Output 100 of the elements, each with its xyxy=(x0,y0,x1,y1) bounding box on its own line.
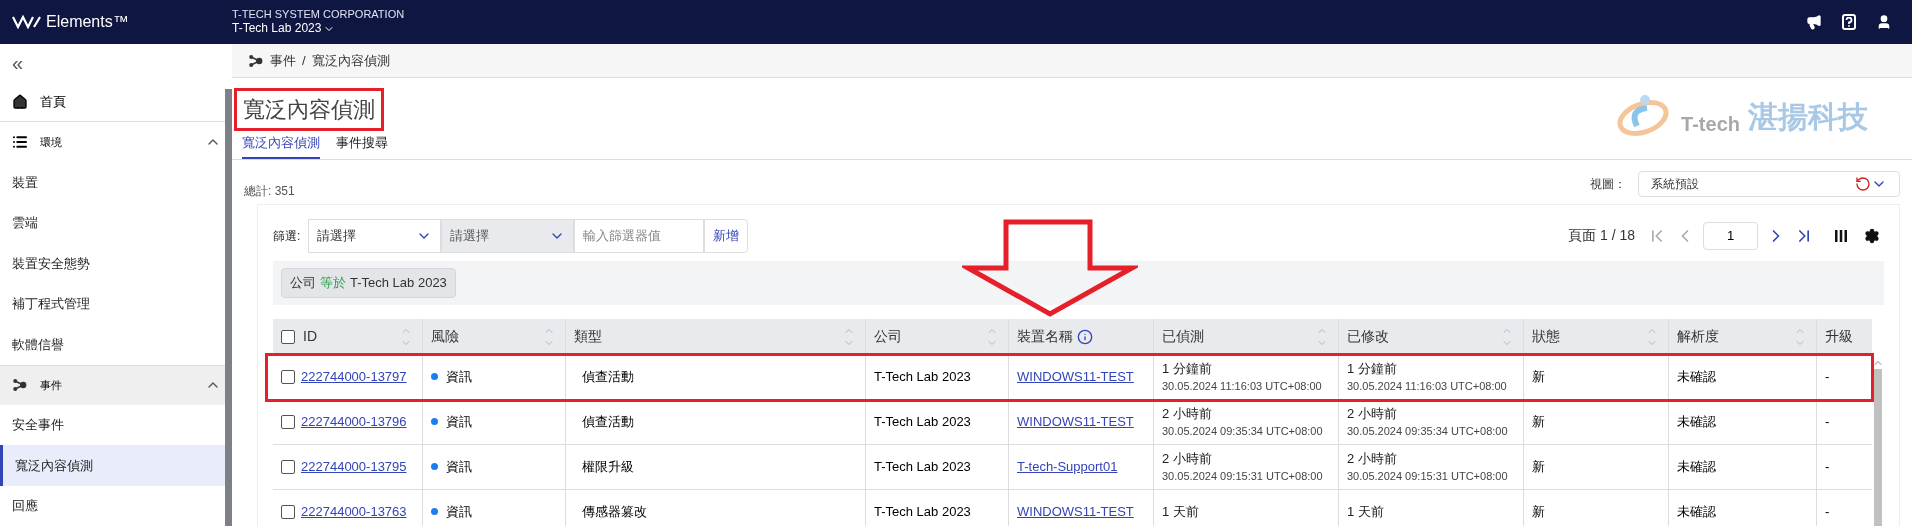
device-link[interactable]: WINDOWS11-TEST xyxy=(1017,411,1134,432)
company-text: T-Tech Lab 2023 xyxy=(874,412,971,431)
help-icon[interactable] xyxy=(1842,14,1856,30)
column-header[interactable]: 升級 xyxy=(1817,318,1872,355)
sidebar-item[interactable]: 補丁程式管理 xyxy=(0,283,225,324)
resolution-text: 未確認 xyxy=(1677,367,1716,386)
resolution-text: 未確認 xyxy=(1677,457,1716,476)
risk-text: 資訊 xyxy=(446,502,472,521)
filter-value-field[interactable]: 輸入篩選器值 xyxy=(574,218,705,253)
info-icon[interactable] xyxy=(1077,328,1093,345)
escalation-text: - xyxy=(1825,367,1830,386)
sidebar-section[interactable]: 環境 xyxy=(0,122,225,162)
resolution-text: 未確認 xyxy=(1677,502,1716,521)
escalation-text: - xyxy=(1825,457,1830,476)
section-label: 事件 xyxy=(40,377,63,393)
select-all-checkbox[interactable] xyxy=(281,329,295,344)
user-icon[interactable] xyxy=(1876,14,1892,30)
page-title: 寬泛內容偵測 xyxy=(243,96,375,124)
collapse-button[interactable]: « xyxy=(12,48,24,78)
risk-text: 資訊 xyxy=(446,367,472,386)
type-text: 傳感器篡改 xyxy=(582,502,647,521)
column-header[interactable]: 解析度 xyxy=(1669,318,1817,355)
page-field[interactable]: 1 xyxy=(1703,221,1758,250)
column-header[interactable]: 狀態 xyxy=(1524,318,1669,355)
breadcrumb-link[interactable]: 事件 xyxy=(270,50,296,71)
home-icon xyxy=(12,93,28,110)
id-link[interactable]: 222744000-13797 xyxy=(301,366,407,387)
view-label: 視圖： xyxy=(1590,175,1626,193)
sidebar-label: 首頁 xyxy=(40,92,66,111)
tenant-selector[interactable]: T-Tech Lab 2023 xyxy=(232,21,405,37)
company-text: T-Tech Lab 2023 xyxy=(874,367,971,386)
scrollbar[interactable] xyxy=(225,89,232,526)
row-checkbox[interactable] xyxy=(281,504,295,519)
breadcrumb-link[interactable]: 寬泛內容偵測 xyxy=(311,50,390,71)
relative-time: 2 小時前 xyxy=(1162,449,1213,468)
list-icon xyxy=(12,134,28,150)
relative-time: 1 分鐘前 xyxy=(1347,359,1398,378)
company-text: T-Tech Lab 2023 xyxy=(874,457,971,476)
sidebar-item[interactable]: 裝置安全態勢 xyxy=(0,243,225,284)
relative-time: 1 天前 xyxy=(1347,502,1384,521)
column-header[interactable]: 裝置名稱 xyxy=(1009,318,1154,355)
timestamp: 30.05.2024 11:16:03 UTC+08:00 xyxy=(1347,379,1507,394)
scrollbar[interactable] xyxy=(1874,368,1882,526)
megaphone-icon[interactable] xyxy=(1806,14,1822,30)
column-header[interactable]: 已偵測 xyxy=(1154,318,1339,355)
relative-time: 2 小時前 xyxy=(1347,404,1398,423)
escalation-text: - xyxy=(1825,502,1830,521)
table-row[interactable]: 222744000-13795 資訊 權限升級 T-Tech Lab 2023 T-tech-Support01 2 小時前 30.05.2024 09:15:31 UTC+08:00 2 小時前 30.05.2024 09:15:31 UTC+08:00 新 未確認 - xyxy=(273,444,1872,490)
type-text: 偵查活動 xyxy=(582,367,634,386)
view-select[interactable]: 系統預設 xyxy=(1638,170,1900,197)
columns-icon[interactable] xyxy=(1834,228,1848,243)
brand-logo-icon xyxy=(12,15,42,29)
device-link[interactable]: WINDOWS11-TEST xyxy=(1017,501,1134,522)
device-link[interactable]: WINDOWS11-TEST xyxy=(1017,366,1134,387)
settings-icon[interactable] xyxy=(1864,227,1880,244)
relative-time: 2 小時前 xyxy=(1162,404,1213,423)
reset-icon[interactable] xyxy=(1855,175,1871,192)
logo-mark: T-tech xyxy=(1681,112,1740,137)
row-checkbox[interactable] xyxy=(281,369,295,384)
table-row[interactable]: 222744000-13797 資訊 偵查活動 T-Tech Lab 2023 WINDOWS11-TEST 1 分鐘前 30.05.2024 11:16:03 UTC+08:00 1 分鐘前 30.05.2024 11:16:03 UTC+08:00 新 未確認 - xyxy=(267,354,1872,400)
id-link[interactable]: 222744000-13796 xyxy=(301,411,407,432)
sidebar-item[interactable]: 裝置 xyxy=(0,162,225,203)
column-header[interactable]: 公司 xyxy=(866,318,1009,355)
row-checkbox[interactable] xyxy=(281,459,295,474)
column-header[interactable]: ID xyxy=(273,318,423,355)
filter-label: 篩選: xyxy=(273,227,301,245)
brand-name: Elements™ xyxy=(46,12,129,32)
resolution-text: 未確認 xyxy=(1677,412,1716,431)
tab[interactable]: 寬泛內容偵測 xyxy=(242,133,320,159)
table-row[interactable]: 222744000-13763 資訊 傳感器篡改 T-Tech Lab 2023 WINDOWS11-TEST 1 天前 1 天前 新 未確認 - xyxy=(273,489,1872,526)
organization-name: T-TECH SYSTEM CORPORATION xyxy=(232,7,405,22)
column-header[interactable]: 已修改 xyxy=(1339,318,1524,355)
page-indicator: 頁面 1 / 18 xyxy=(1568,226,1635,245)
company-text: T-Tech Lab 2023 xyxy=(874,502,971,521)
column-header[interactable]: 類型 xyxy=(566,318,866,355)
sidebar-item[interactable]: 雲端 xyxy=(0,202,225,243)
sidebar-section[interactable]: 事件 xyxy=(0,364,225,405)
status-text: 新 xyxy=(1532,367,1545,386)
filter-select[interactable]: 請選擇 xyxy=(308,218,442,253)
sidebar-item[interactable]: 寬泛內容偵測 xyxy=(0,445,225,486)
sidebar-item[interactable]: 軟體信譽 xyxy=(0,324,225,365)
sidebar-item[interactable]: 安全事件 xyxy=(0,404,225,445)
total-count: 總計: 351 xyxy=(244,182,295,200)
add-filter-button[interactable]: 新增 xyxy=(704,218,749,253)
type-text: 偵查活動 xyxy=(582,412,634,431)
sidebar-item[interactable]: 首頁 xyxy=(0,82,225,122)
sidebar-item[interactable]: 回應 xyxy=(0,485,225,526)
device-link[interactable]: T-tech-Support01 xyxy=(1017,456,1118,477)
tab[interactable]: 事件搜尋 xyxy=(336,133,388,159)
nodes-icon xyxy=(248,52,264,69)
relative-time: 1 分鐘前 xyxy=(1162,359,1213,378)
timestamp: 30.05.2024 09:15:31 UTC+08:00 xyxy=(1162,469,1323,484)
filter-chip[interactable]: 公司 等於 T-Tech Lab 2023 xyxy=(281,267,456,298)
id-link[interactable]: 222744000-13795 xyxy=(301,456,407,477)
id-link[interactable]: 222744000-13763 xyxy=(301,501,407,522)
timestamp: 30.05.2024 09:35:34 UTC+08:00 xyxy=(1162,424,1323,439)
table-row[interactable]: 222744000-13796 資訊 偵查活動 T-Tech Lab 2023 WINDOWS11-TEST 2 小時前 30.05.2024 09:35:34 UTC+08:00 2 小時前 30.05.2024 09:35:34 UTC+08:00 新 未確認 - xyxy=(273,399,1872,445)
nodes-icon xyxy=(12,377,28,393)
row-checkbox[interactable] xyxy=(281,414,295,429)
column-header[interactable]: 風險 xyxy=(423,318,566,355)
